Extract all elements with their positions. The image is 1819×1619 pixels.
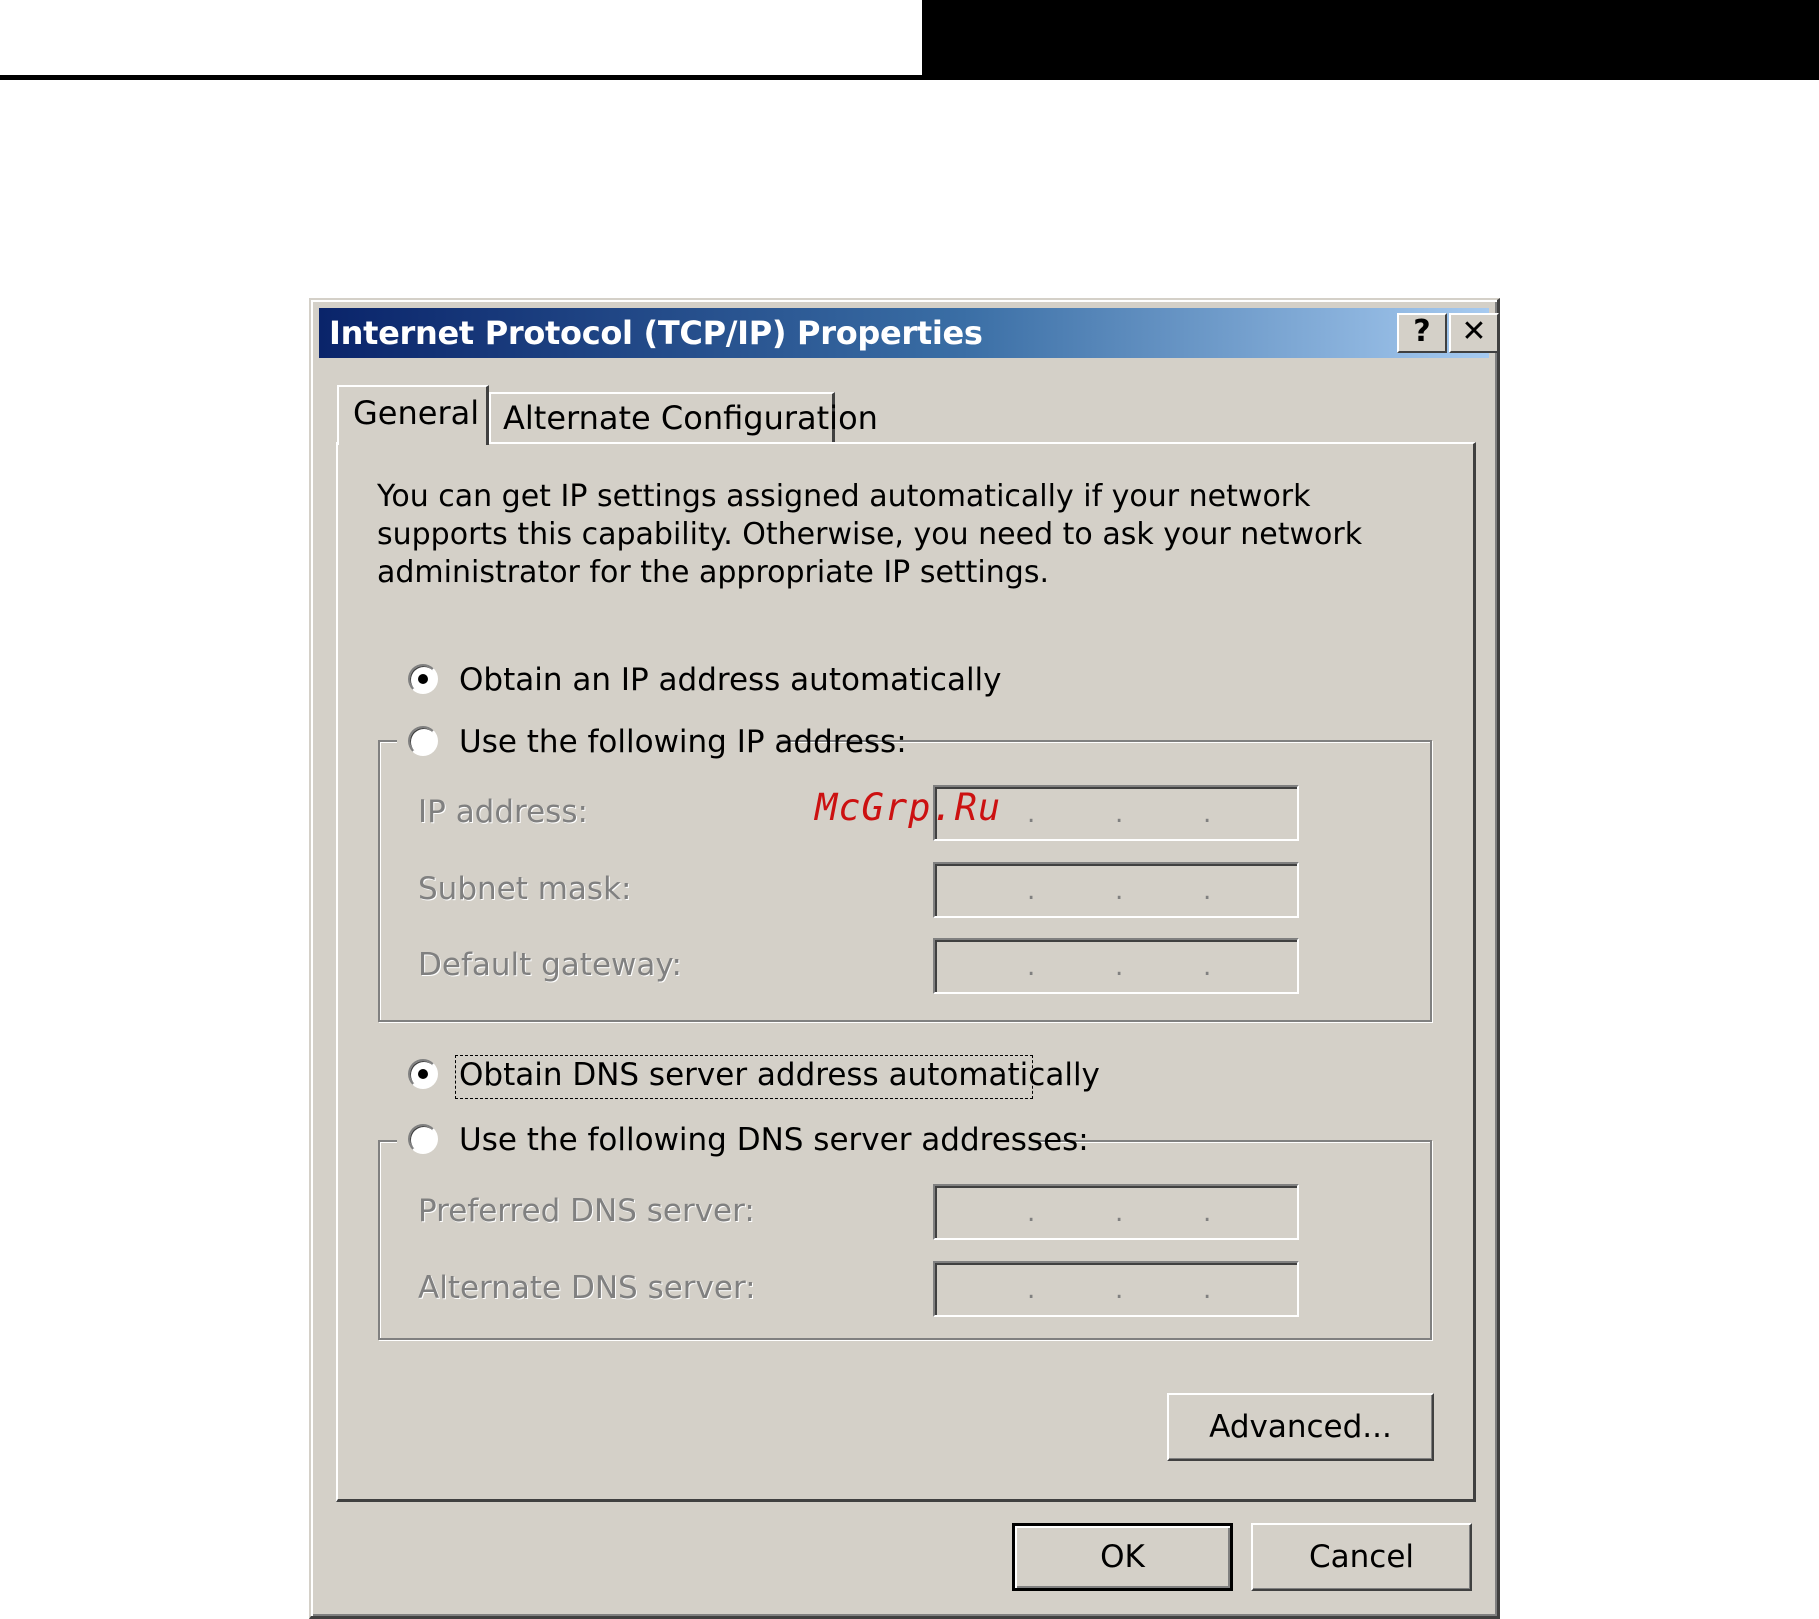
watermark-text: McGrp.Ru bbox=[815, 786, 1002, 829]
cancel-button-label: Cancel bbox=[1308, 1539, 1415, 1575]
tab-alternate-configuration[interactable]: Alternate Configuration bbox=[489, 392, 878, 442]
ok-button-label: OK bbox=[1100, 1539, 1145, 1575]
tab-general-label: General bbox=[353, 394, 480, 432]
help-button[interactable]: ? bbox=[1397, 313, 1447, 353]
dialog-title: Internet Protocol (TCP/IP) Properties bbox=[329, 314, 983, 352]
close-button[interactable]: ✕ bbox=[1449, 313, 1499, 353]
tcpip-properties-dialog: Internet Protocol (TCP/IP) Properties ? … bbox=[309, 298, 1500, 1619]
cancel-button[interactable]: Cancel bbox=[1251, 1523, 1472, 1591]
page-header-rule bbox=[0, 75, 1819, 80]
close-icon: ✕ bbox=[1461, 314, 1487, 349]
title-bar[interactable]: Internet Protocol (TCP/IP) Properties ? … bbox=[319, 308, 1499, 358]
general-tab-panel bbox=[336, 442, 1476, 1502]
tab-alternate-label: Alternate Configuration bbox=[503, 399, 878, 437]
tab-general[interactable]: General bbox=[337, 385, 489, 445]
ok-button[interactable]: OK bbox=[1012, 1523, 1233, 1591]
page-header-bar bbox=[922, 0, 1819, 75]
help-icon: ? bbox=[1413, 314, 1431, 349]
